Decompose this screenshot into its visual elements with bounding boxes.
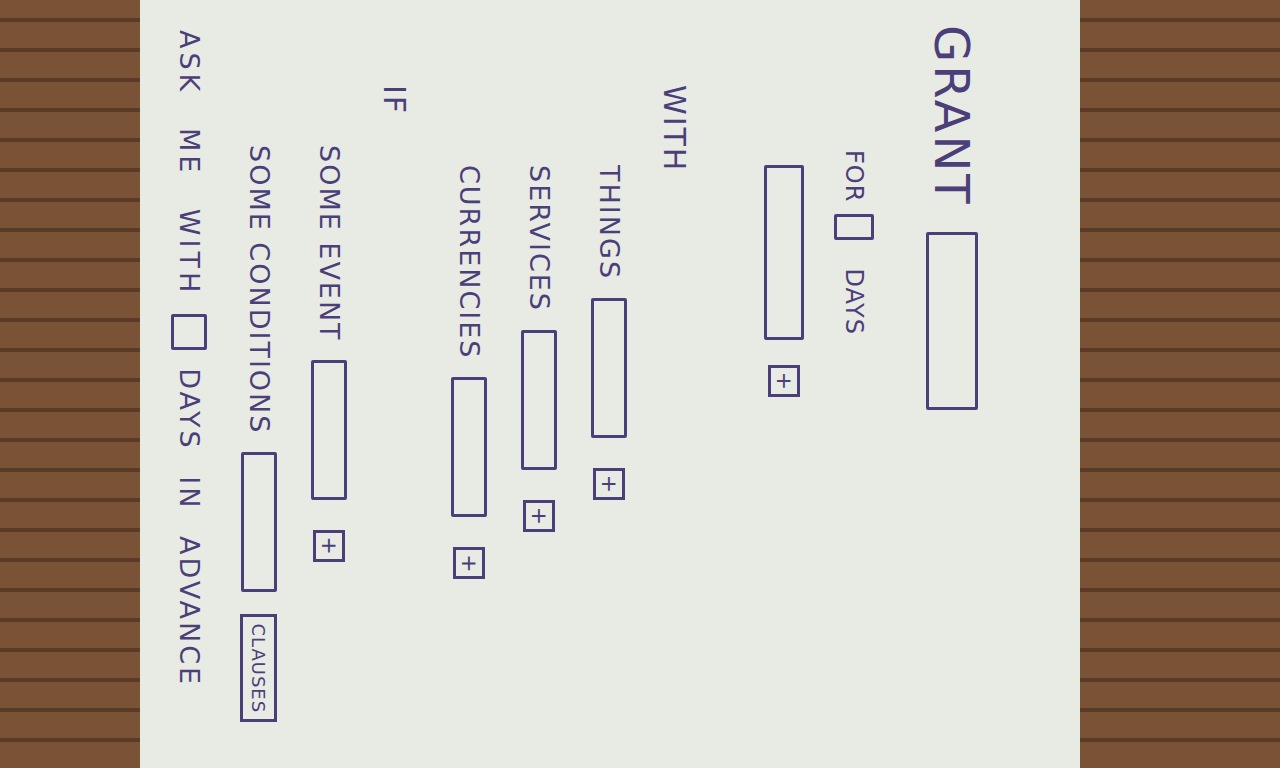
- row-input[interactable]: [311, 360, 347, 500]
- desk: GRANTFORDAYS+WITHTHINGS+SERVICES+CURRENC…: [0, 0, 1280, 768]
- notice-before: ASK ME WITH: [169, 30, 210, 296]
- paper: GRANTFORDAYS+WITHTHINGS+SERVICES+CURRENC…: [140, 0, 1080, 768]
- grantee-row: +: [764, 25, 804, 768]
- grant-title: GRANT: [928, 25, 976, 207]
- days-input[interactable]: [834, 214, 874, 240]
- notice-after: DAYS IN ADVANCE: [169, 368, 210, 687]
- section-row: SOME EVENT +: [309, 145, 349, 768]
- section-row: THINGS +: [589, 165, 629, 768]
- sketch: GRANTFORDAYS+WITHTHINGS+SERVICES+CURRENC…: [140, 0, 1080, 768]
- add-button[interactable]: +: [453, 547, 485, 579]
- add-button[interactable]: +: [523, 500, 555, 532]
- row-label: SOME EVENT: [309, 145, 350, 342]
- section-row: SOME CONDITIONS CLAUSES: [239, 145, 279, 768]
- add-grantee-button[interactable]: +: [768, 365, 800, 397]
- row-input[interactable]: [521, 330, 557, 470]
- section: WITH THINGS + SERVICES + CURRENCIES +: [449, 25, 689, 768]
- add-button[interactable]: +: [313, 530, 345, 562]
- row-label: CURRENCIES: [449, 165, 490, 359]
- row-input[interactable]: [241, 452, 277, 592]
- row-label: SOME CONDITIONS: [239, 145, 280, 434]
- duration-suffix: DAYS: [836, 268, 872, 335]
- add-button[interactable]: +: [593, 468, 625, 500]
- section: IF SOME EVENT + SOME CONDITIONS CLAUSES: [239, 25, 409, 768]
- grantee-input[interactable]: [764, 165, 804, 340]
- advance-days-input[interactable]: [171, 314, 207, 350]
- duration-prefix: FOR: [836, 150, 872, 202]
- section-row: SERVICES +: [519, 165, 559, 768]
- row-label: SERVICES: [519, 165, 560, 312]
- section-heading: WITH: [659, 25, 689, 768]
- row-label: THINGS: [589, 165, 630, 280]
- notice-row: ASK ME WITH DAYS IN ADVANCE: [169, 25, 209, 768]
- clauses-button[interactable]: CLAUSES: [241, 614, 278, 722]
- row-input[interactable]: [591, 298, 627, 438]
- duration-row: FOR DAYS: [834, 25, 874, 768]
- grant-input[interactable]: [926, 232, 978, 410]
- section-row: CURRENCIES +: [449, 165, 489, 768]
- section-heading: IF: [379, 25, 409, 768]
- row-input[interactable]: [451, 377, 487, 517]
- grant-row: GRANT: [924, 25, 980, 768]
